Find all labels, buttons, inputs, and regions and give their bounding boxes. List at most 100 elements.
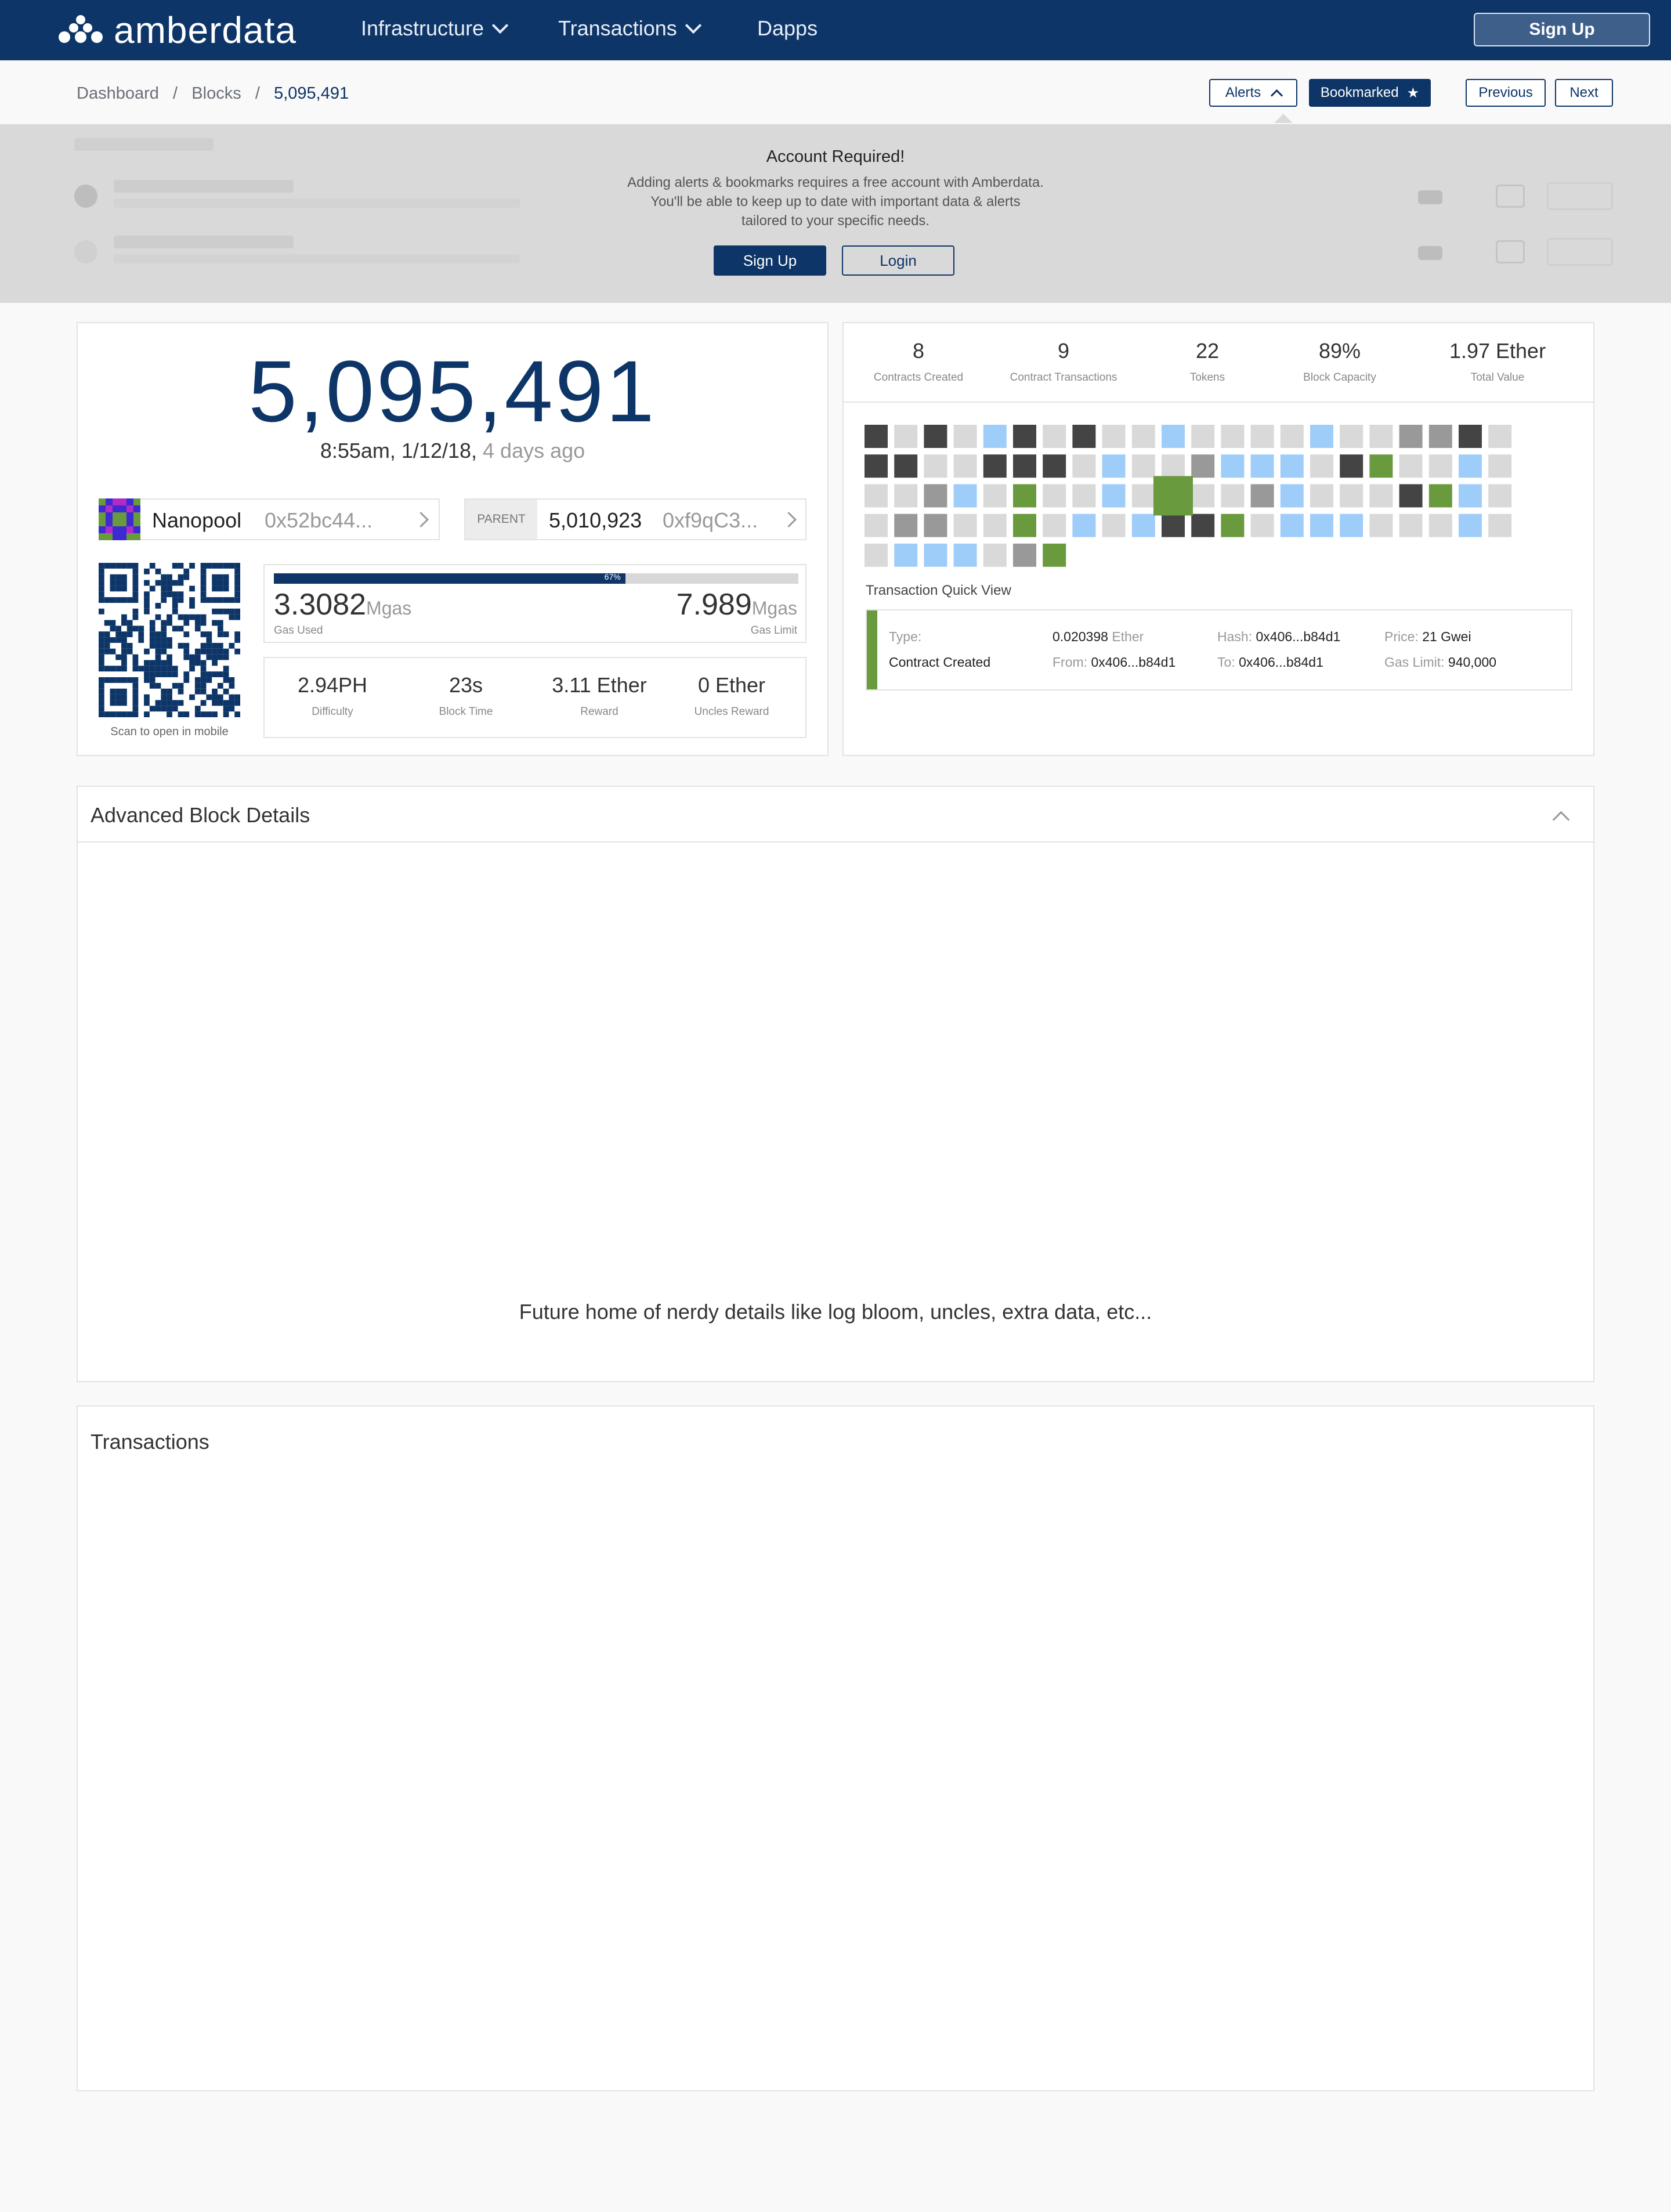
transaction-cell[interactable]	[1250, 484, 1274, 508]
nav-infrastructure[interactable]: Infrastructure	[361, 16, 509, 41]
tqv-hash-value[interactable]: 0x406...b84d1	[1256, 629, 1340, 644]
transaction-cell[interactable]	[953, 514, 977, 537]
transaction-cell[interactable]	[1280, 425, 1304, 448]
transaction-cell[interactable]	[1280, 454, 1304, 478]
transaction-cell[interactable]	[865, 514, 888, 537]
transaction-cell[interactable]	[1399, 484, 1423, 508]
transaction-cell[interactable]	[1459, 484, 1482, 508]
transaction-cell[interactable]	[983, 454, 1007, 478]
tqv-from-address[interactable]: 0x406...b84d1	[1091, 655, 1176, 670]
transaction-cell[interactable]	[1043, 543, 1066, 567]
brand-logo[interactable]: amberdata	[57, 9, 296, 51]
transaction-cell[interactable]	[1043, 454, 1066, 478]
transaction-cell[interactable]	[1488, 425, 1512, 448]
transaction-cell[interactable]	[1310, 484, 1333, 508]
transaction-cell[interactable]	[865, 484, 888, 508]
transaction-cell[interactable]	[1340, 454, 1363, 478]
transaction-cell[interactable]	[983, 484, 1007, 508]
transaction-cell[interactable]	[1191, 514, 1215, 537]
next-block-button[interactable]: Next	[1555, 79, 1613, 107]
tqv-to-address[interactable]: 0x406...b84d1	[1239, 655, 1323, 670]
transaction-cell[interactable]	[1013, 425, 1036, 448]
transaction-cell[interactable]	[1131, 514, 1155, 537]
transaction-cell[interactable]	[1072, 484, 1096, 508]
transaction-cell[interactable]	[1191, 425, 1215, 448]
nav-dapps[interactable]: Dapps	[757, 16, 818, 41]
transaction-cell[interactable]	[1488, 484, 1512, 508]
transaction-cell[interactable]	[894, 425, 918, 448]
nav-transactions[interactable]: Transactions	[558, 16, 701, 41]
transaction-cell[interactable]	[1340, 514, 1363, 537]
transaction-cell[interactable]	[983, 543, 1007, 567]
transaction-cell[interactable]	[1013, 484, 1036, 508]
transaction-cell[interactable]	[1072, 454, 1096, 478]
account-login-button[interactable]: Login	[842, 245, 954, 276]
transaction-cell[interactable]	[1131, 425, 1155, 448]
transaction-cell[interactable]	[894, 514, 918, 537]
transaction-cell[interactable]	[1043, 425, 1066, 448]
transaction-cell[interactable]	[924, 514, 947, 537]
transaction-cell[interactable]	[865, 543, 888, 567]
transaction-cell[interactable]	[1191, 454, 1215, 478]
transaction-cell[interactable]	[1340, 425, 1363, 448]
transaction-cell[interactable]	[924, 425, 947, 448]
transaction-quick-view[interactable]	[866, 609, 1572, 691]
transaction-cell[interactable]	[1221, 484, 1245, 508]
transaction-cell[interactable]	[1013, 514, 1036, 537]
transaction-cell[interactable]	[953, 543, 977, 567]
transaction-cell[interactable]	[953, 484, 977, 508]
transaction-cell[interactable]	[1399, 514, 1423, 537]
alerts-button[interactable]: Alerts	[1209, 79, 1297, 107]
transaction-cell[interactable]	[1369, 425, 1393, 448]
transaction-cell[interactable]	[1191, 484, 1215, 508]
transaction-cell[interactable]	[1280, 484, 1304, 508]
signup-button[interactable]: Sign Up	[1474, 13, 1650, 46]
previous-block-button[interactable]: Previous	[1466, 79, 1546, 107]
transaction-cell[interactable]	[894, 484, 918, 508]
transaction-cell[interactable]	[894, 543, 918, 567]
transaction-cell[interactable]	[1428, 514, 1452, 537]
transaction-cell[interactable]	[1369, 514, 1393, 537]
breadcrumb-blocks[interactable]: Blocks	[191, 84, 241, 103]
transaction-cell-selected[interactable]	[1153, 476, 1193, 516]
transaction-cell[interactable]	[1488, 454, 1512, 478]
transaction-cell[interactable]	[1131, 484, 1155, 508]
transaction-cell[interactable]	[1072, 514, 1096, 537]
transaction-cell[interactable]	[1250, 514, 1274, 537]
transaction-cell[interactable]	[1102, 425, 1126, 448]
transaction-cell[interactable]	[1310, 425, 1333, 448]
transaction-cell[interactable]	[1280, 514, 1304, 537]
transaction-cell[interactable]	[983, 514, 1007, 537]
transaction-cell[interactable]	[1310, 454, 1333, 478]
account-signup-button[interactable]: Sign Up	[714, 245, 826, 276]
transaction-cell[interactable]	[1459, 514, 1482, 537]
transaction-cell[interactable]	[1221, 514, 1245, 537]
transaction-cell[interactable]	[1043, 484, 1066, 508]
transaction-cell[interactable]	[1428, 454, 1452, 478]
transaction-cell[interactable]	[1162, 514, 1185, 537]
bookmarked-button[interactable]: Bookmarked ★	[1309, 79, 1431, 107]
transaction-cell[interactable]	[924, 543, 947, 567]
transaction-cell[interactable]	[1162, 425, 1185, 448]
transaction-cell[interactable]	[1102, 484, 1126, 508]
transaction-cell[interactable]	[1399, 454, 1423, 478]
transaction-cell[interactable]	[1013, 454, 1036, 478]
transaction-cell[interactable]	[1459, 454, 1482, 478]
transaction-cell[interactable]	[1221, 454, 1245, 478]
transaction-cell[interactable]	[1102, 454, 1126, 478]
transaction-cell[interactable]	[953, 425, 977, 448]
transaction-cell[interactable]	[1250, 454, 1274, 478]
transaction-cell[interactable]	[983, 425, 1007, 448]
transaction-cell[interactable]	[1043, 514, 1066, 537]
transaction-cell[interactable]	[1221, 425, 1245, 448]
transaction-cell[interactable]	[1340, 484, 1363, 508]
transaction-cell[interactable]	[865, 425, 888, 448]
transaction-cell[interactable]	[1369, 484, 1393, 508]
transaction-cell[interactable]	[1310, 514, 1333, 537]
transaction-cell[interactable]	[865, 454, 888, 478]
transaction-cell[interactable]	[1102, 514, 1126, 537]
transaction-cell[interactable]	[1369, 454, 1393, 478]
transaction-cell[interactable]	[1072, 425, 1096, 448]
transaction-cell[interactable]	[1399, 425, 1423, 448]
transaction-cell[interactable]	[924, 484, 947, 508]
